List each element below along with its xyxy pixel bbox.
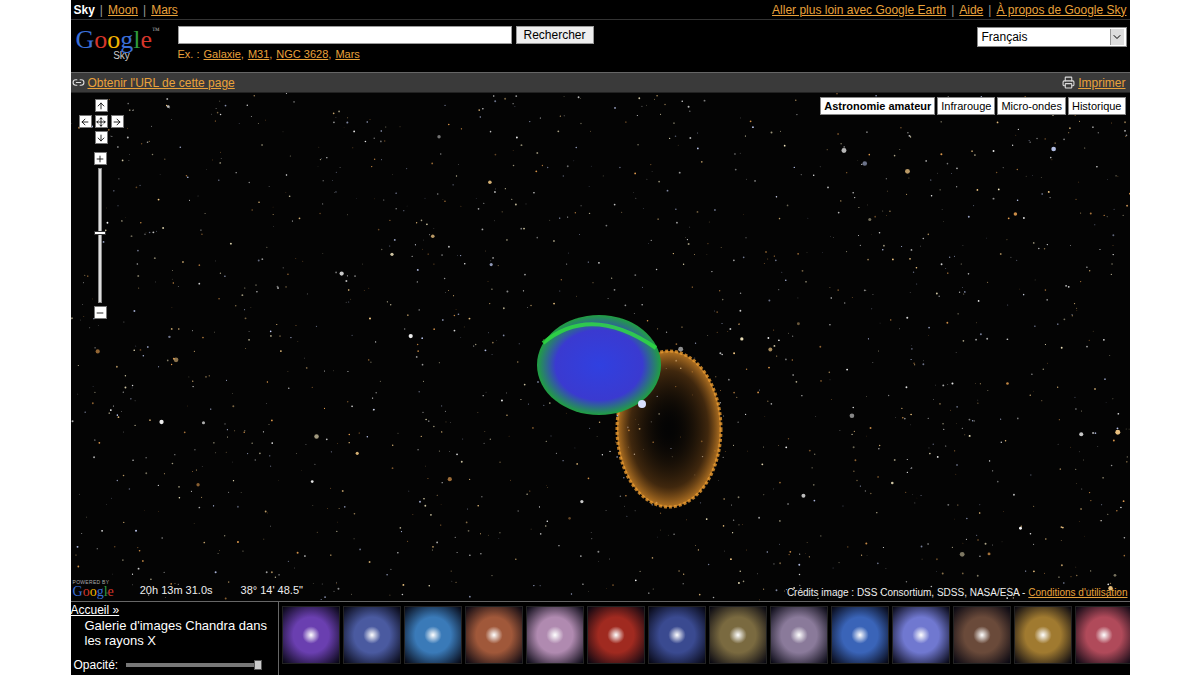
example-link[interactable]: Mars bbox=[335, 48, 359, 60]
gallery-strip: Accueil »Galerie d'images Chandra dans l… bbox=[71, 601, 1130, 675]
top-links: Aller plus loin avec Google Earth | Aide | À… bbox=[772, 3, 1126, 17]
arrow-right-icon bbox=[112, 117, 122, 127]
pan-left-button[interactable] bbox=[79, 115, 92, 128]
move-icon bbox=[96, 117, 106, 127]
gallery-thumbnail[interactable] bbox=[770, 606, 828, 664]
separator: | bbox=[100, 3, 103, 17]
arrow-down-icon bbox=[96, 133, 106, 143]
pan-right-button[interactable] bbox=[111, 115, 124, 128]
example-link[interactable]: Galaxie bbox=[204, 48, 241, 60]
zoom-thumb[interactable] bbox=[94, 231, 106, 235]
gallery-thumbnail[interactable] bbox=[526, 606, 584, 664]
home-link[interactable]: Accueil » bbox=[71, 603, 275, 617]
product-link[interactable]: Sky bbox=[74, 3, 95, 17]
google-sky-page: Sky | Moon | Mars Aller plus loin avec Google… bbox=[71, 0, 1130, 675]
printer-icon bbox=[1062, 76, 1075, 89]
pan-up-button[interactable] bbox=[95, 99, 108, 112]
page-url-link[interactable]: Obtenir l'URL de cette page bbox=[72, 76, 235, 90]
gallery-thumbnail[interactable] bbox=[953, 606, 1011, 664]
opacity-row: Opacité: bbox=[71, 658, 275, 672]
powered-by-google-logo: POWERED BYGoogle bbox=[73, 580, 114, 599]
gallery-thumbnail[interactable] bbox=[1075, 606, 1130, 664]
gallery-thumbnail[interactable] bbox=[831, 606, 889, 664]
gallery-thumbnail[interactable] bbox=[1014, 606, 1072, 664]
zoom-control bbox=[94, 152, 107, 319]
top-bar: Sky | Moon | Mars Aller plus loin avec Google… bbox=[71, 0, 1130, 20]
pan-down-button[interactable] bbox=[95, 131, 108, 144]
opacity-thumb[interactable] bbox=[254, 660, 262, 670]
gallery-panel: Accueil »Galerie d'images Chandra dans l… bbox=[71, 602, 279, 675]
product-link[interactable]: Mars bbox=[151, 3, 178, 17]
image-credits: Crédits image : DSS Consortium, SDSS, NA… bbox=[787, 587, 1128, 598]
gallery-title: Galerie d'images Chandra dans les rayons… bbox=[71, 618, 275, 658]
sky-map[interactable]: Astronomie amateurInfrarougeMicro-ondesH… bbox=[71, 93, 1130, 601]
layer-button[interactable]: Historique bbox=[1068, 97, 1126, 115]
search-examples: Ex. :Galaxie,M31,NGC 3628,Mars bbox=[178, 48, 967, 60]
map-footer: POWERED BYGoogle 20h 13m 31.0s 38° 14' 48.… bbox=[71, 580, 1130, 601]
separator: | bbox=[143, 3, 146, 17]
gallery-thumbnail[interactable] bbox=[404, 606, 462, 664]
layer-button[interactable]: Astronomie amateur bbox=[820, 97, 935, 115]
minus-icon bbox=[95, 308, 105, 318]
pan-control bbox=[79, 99, 124, 144]
top-link[interactable]: Aller plus loin avec Google Earth bbox=[772, 3, 946, 17]
zoom-slider[interactable] bbox=[98, 168, 102, 303]
gallery-thumbnail[interactable] bbox=[892, 606, 950, 664]
top-link[interactable]: Aide bbox=[959, 3, 983, 17]
sky-image[interactable] bbox=[71, 93, 1130, 601]
separator: | bbox=[988, 3, 991, 17]
gallery-thumbnail[interactable] bbox=[648, 606, 706, 664]
declination: 38° 14' 48.5" bbox=[241, 584, 303, 596]
print-link[interactable]: Imprimer bbox=[1062, 76, 1125, 90]
gallery-thumbnail[interactable] bbox=[282, 606, 340, 664]
coordinates: 20h 13m 31.0s 38° 14' 48.5" bbox=[140, 584, 303, 599]
language-select[interactable]: Français bbox=[977, 27, 1127, 47]
layer-button[interactable]: Micro-ondes bbox=[997, 97, 1066, 115]
header: Google™Sky Rechercher Ex. :Galaxie,M31,NGC… bbox=[71, 20, 1130, 72]
zoom-in-button[interactable] bbox=[94, 152, 107, 165]
search-area: Rechercher Ex. :Galaxie,M31,NGC 3628,Mars bbox=[178, 26, 967, 60]
product-nav: Sky | Moon | Mars bbox=[74, 3, 178, 17]
search-input[interactable] bbox=[178, 26, 512, 44]
arrow-left-icon bbox=[80, 117, 90, 127]
right-ascension: 20h 13m 31.0s bbox=[140, 584, 213, 596]
toolbar: Obtenir l'URL de cette page Imprimer bbox=[71, 72, 1130, 93]
opacity-slider[interactable] bbox=[126, 663, 261, 667]
thumbnail-list bbox=[279, 602, 1130, 675]
search-button[interactable]: Rechercher bbox=[516, 26, 594, 44]
google-sky-logo[interactable]: Google™Sky bbox=[76, 26, 168, 61]
top-link[interactable]: À propos de Google Sky bbox=[996, 3, 1126, 17]
gallery-thumbnail[interactable] bbox=[709, 606, 767, 664]
link-icon bbox=[72, 76, 85, 89]
separator: | bbox=[951, 3, 954, 17]
gallery-thumbnail[interactable] bbox=[343, 606, 401, 664]
arrow-up-icon bbox=[96, 101, 106, 111]
terms-link[interactable]: Conditions d'utilisation bbox=[1028, 587, 1127, 598]
layer-buttons: Astronomie amateurInfrarougeMicro-ondesH… bbox=[820, 97, 1125, 115]
plus-icon bbox=[95, 154, 105, 164]
chevron-down-icon bbox=[1111, 31, 1123, 43]
zoom-out-button[interactable] bbox=[94, 306, 107, 319]
pan-center-button[interactable] bbox=[95, 115, 108, 128]
gallery-thumbnail[interactable] bbox=[587, 606, 645, 664]
gallery-thumbnail[interactable] bbox=[465, 606, 523, 664]
example-link[interactable]: NGC 3628 bbox=[276, 48, 328, 60]
layer-button[interactable]: Infrarouge bbox=[937, 97, 995, 115]
example-link[interactable]: M31 bbox=[248, 48, 269, 60]
product-link[interactable]: Moon bbox=[108, 3, 138, 17]
